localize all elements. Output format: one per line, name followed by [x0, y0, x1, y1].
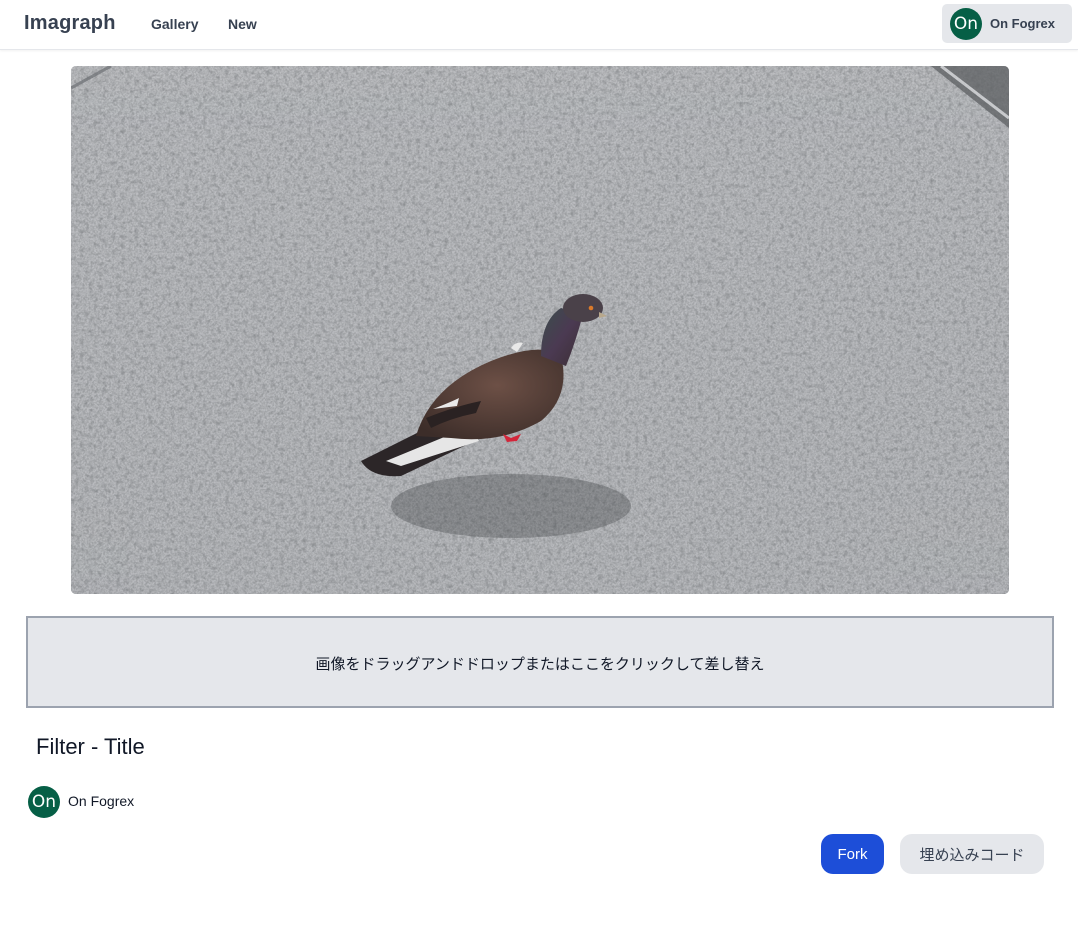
- image-dropzone[interactable]: 画像をドラッグアンドドロップまたはここをクリックして差し替え: [26, 616, 1054, 708]
- fork-button[interactable]: Fork: [821, 834, 884, 874]
- dropzone-instruction: 画像をドラッグアンドドロップまたはここをクリックして差し替え: [315, 655, 765, 673]
- pigeon-photo: [71, 66, 1009, 594]
- author-name: On Fogrex: [68, 793, 135, 809]
- embed-code-button[interactable]: 埋め込みコード: [900, 834, 1044, 874]
- post-title: Filter - Title: [36, 734, 145, 759]
- main-image: [71, 66, 1009, 594]
- user-menu-name: On Fogrex: [990, 16, 1056, 31]
- brand-logo-link[interactable]: Imagraph: [24, 12, 116, 35]
- user-menu-button[interactable]: On On Fogrex: [942, 4, 1072, 43]
- nav-link-gallery[interactable]: Gallery: [151, 16, 198, 32]
- author-avatar: On: [28, 786, 60, 818]
- user-avatar: On: [950, 8, 982, 40]
- nav-link-new[interactable]: New: [228, 16, 257, 32]
- top-navbar: Imagraph Gallery New On On Fogrex: [0, 0, 1078, 50]
